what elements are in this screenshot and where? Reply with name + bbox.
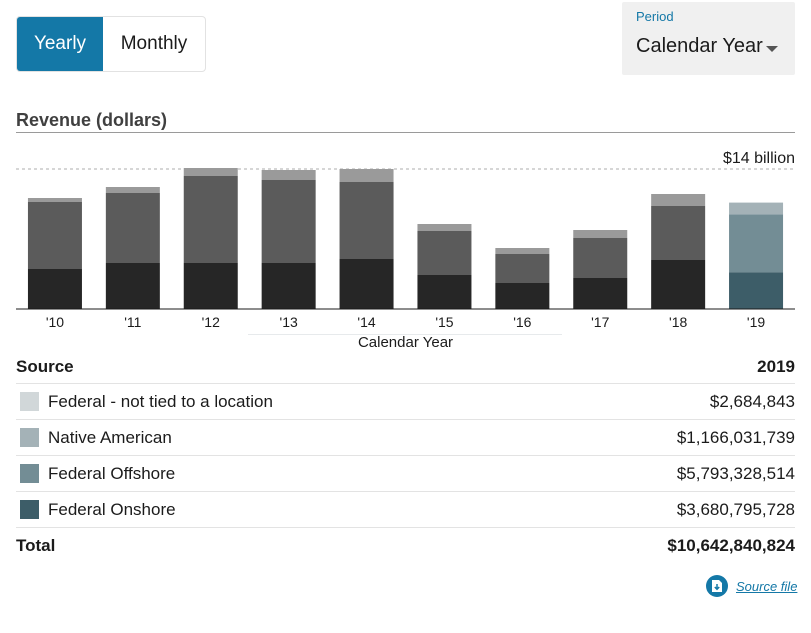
table-row: Native American $1,166,031,739 [16, 419, 795, 456]
year-header: 2019 [536, 350, 795, 384]
total-row: Total $10,642,840,824 [16, 528, 795, 564]
source-name: Federal Offshore [48, 463, 176, 483]
x-axis-label: Calendar Year [357, 334, 454, 351]
period-label: Period [636, 9, 674, 24]
bar-segment [105, 263, 160, 309]
bar-segment [183, 263, 238, 309]
source-name: Native American [48, 427, 172, 447]
bar-segment [261, 180, 316, 263]
bar-segment [495, 248, 550, 254]
source-cell: Federal - not tied to a location [16, 383, 537, 420]
source-amount: $2,684,843 [536, 383, 795, 420]
bar-segment [183, 168, 238, 176]
x-tick-label: '10 [46, 314, 64, 330]
bar-segment [105, 187, 160, 193]
legend-swatch [20, 499, 39, 519]
bar-segment [573, 238, 628, 278]
x-tick-label: '15 [435, 314, 453, 330]
table-row: Federal - not tied to a location $2,684,8… [16, 383, 795, 420]
yearly-button[interactable]: Yearly [17, 17, 103, 71]
bar-segment [729, 214, 784, 273]
x-tick-label: '17 [591, 314, 609, 330]
bar-segment [651, 260, 706, 309]
period-select[interactable]: Period Calendar Year [622, 2, 795, 75]
x-tick-label: '14 [357, 314, 375, 330]
download-file-icon [706, 575, 728, 597]
bar-segment [183, 176, 238, 263]
chart-title: Revenue (dollars) [16, 110, 168, 130]
bar-segment [651, 194, 706, 206]
title-divider [16, 132, 795, 133]
bar-segment [27, 202, 82, 269]
x-tick-label: '19 [747, 314, 765, 330]
total-value: $10,642,840,824 [667, 535, 795, 555]
bar-segment [339, 182, 394, 259]
source-cell: Federal Onshore [16, 491, 537, 528]
yearly-monthly-toggle: Yearly Monthly [16, 16, 206, 72]
x-tick-label: '13 [280, 314, 298, 330]
monthly-button[interactable]: Monthly [103, 17, 205, 71]
bar-segment [27, 198, 82, 202]
table-header-row: Source 2019 [16, 350, 795, 384]
bar-segment [261, 263, 316, 309]
bar-segment [27, 269, 82, 309]
bar-segment [573, 230, 628, 238]
source-amount: $3,680,795,728 [536, 491, 795, 528]
bar-segment [339, 259, 394, 309]
bar-segment [729, 202, 784, 215]
table-row: Federal Offshore $5,793,328,514 [16, 455, 795, 492]
bar-segment [573, 278, 628, 309]
source-header: Source [16, 350, 537, 384]
source-name: Federal - not tied to a location [48, 391, 273, 411]
revenue-bar-chart: $14 billion '10 '11 '12 '13 '14 '15 '16 '17 '18 '1… [16, 150, 795, 335]
legend-swatch [20, 463, 39, 483]
bar-segment [417, 275, 472, 309]
source-cell: Federal Offshore [16, 455, 537, 492]
bar-segment [495, 283, 550, 309]
bar-segment [261, 170, 316, 180]
source-cell: Native American [16, 419, 537, 456]
source-amount: $5,793,328,514 [536, 455, 795, 492]
bar-segment [339, 169, 394, 182]
revenue-table: Source 2019 Federal - not tied to a loca… [16, 350, 795, 563]
max-value-label: $14 billion [723, 150, 795, 167]
x-tick-label: '18 [669, 314, 687, 330]
legend-swatch [20, 391, 39, 411]
x-tick-label: '12 [202, 314, 220, 330]
total-label: Total [16, 535, 56, 555]
x-tick-label: '16 [513, 314, 531, 330]
table-row: Federal Onshore $3,680,795,728 [16, 491, 795, 528]
source-amount: $1,166,031,739 [536, 419, 795, 456]
bar-segment [495, 254, 550, 283]
x-tick-label: '11 [124, 314, 141, 330]
period-value: Calendar Year [636, 35, 763, 57]
bar-segment [105, 193, 160, 263]
source-name: Federal Onshore [48, 499, 176, 519]
legend-swatch [20, 427, 39, 447]
chevron-down-icon [766, 46, 778, 52]
source-file-link[interactable]: Source file [706, 575, 797, 597]
bar-segment [651, 206, 706, 260]
source-file-label: Source file [736, 578, 798, 594]
bar-segment [729, 272, 784, 309]
bar-segment [417, 231, 472, 275]
bar-segment [417, 224, 472, 231]
